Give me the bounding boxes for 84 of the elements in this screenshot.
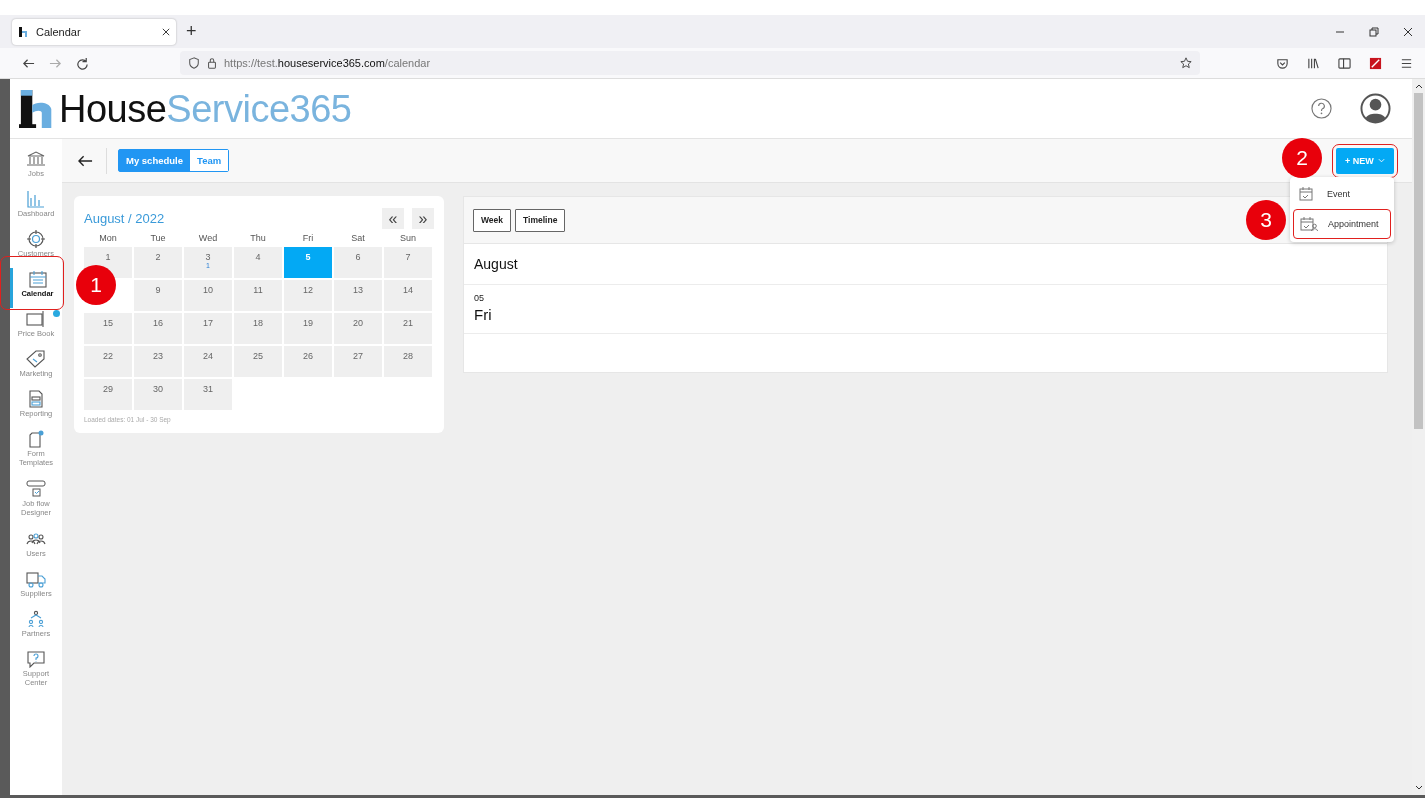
month-title: August / 2022: [84, 211, 165, 226]
view-button[interactable]: Timeline: [515, 208, 566, 232]
caret-icon: [1377, 158, 1385, 163]
day-cell[interactable]: 16: [134, 313, 182, 344]
weekday-label: Tue: [149, 233, 167, 245]
day-cell[interactable]: 29: [84, 379, 132, 410]
help-icon: [26, 650, 46, 668]
day-cell[interactable]: 18: [234, 313, 282, 344]
lock-icon: [206, 57, 218, 69]
menu-icon[interactable]: [1400, 56, 1413, 70]
logo-text: HouseService365: [59, 87, 352, 130]
day-cell[interactable]: 27: [334, 346, 382, 377]
day-cell[interactable]: 6: [334, 247, 382, 278]
star-icon[interactable]: [1180, 57, 1192, 69]
extension-icon[interactable]: [1369, 56, 1382, 70]
day-cell[interactable]: 24: [184, 346, 232, 377]
tab-title: Calendar: [36, 25, 82, 38]
weekday-label: Thu: [249, 233, 267, 245]
truck-icon: [26, 570, 46, 588]
calendar-icon: [27, 270, 48, 288]
weekday-label: Sat: [350, 233, 366, 245]
url-text: https://test.houseservice365.com/calendar: [224, 57, 431, 69]
logo-icon: [18, 25, 30, 38]
day-cell[interactable]: 22: [84, 346, 132, 377]
bank-icon: [26, 150, 46, 168]
day-cell[interactable]: 7: [384, 247, 432, 278]
tag-icon: [26, 350, 46, 368]
month-heading: August: [474, 256, 518, 272]
day-cell[interactable]: 28: [384, 346, 432, 377]
weekday-label: Sun: [399, 233, 417, 245]
help-icon[interactable]: [1311, 98, 1332, 119]
day-cell[interactable]: 14: [384, 280, 432, 311]
day-cell[interactable]: 12: [284, 280, 332, 311]
reload-icon[interactable]: [76, 56, 89, 70]
close-icon[interactable]: [162, 27, 170, 36]
weekday-label: Mon: [98, 233, 118, 245]
network-icon: [26, 610, 46, 628]
bar-chart-icon: [26, 190, 46, 208]
avatar-icon[interactable]: [1360, 93, 1391, 124]
scroll-up-icon[interactable]: [1414, 83, 1423, 89]
day-cell[interactable]: 19: [284, 313, 332, 344]
day-cell[interactable]: 10: [184, 280, 232, 311]
menu-item[interactable]: Appointment: [1293, 208, 1391, 239]
new-tab-button[interactable]: +: [186, 21, 197, 42]
day-cell[interactable]: 4: [234, 247, 282, 278]
day-cell[interactable]: 26: [284, 346, 332, 377]
view-tab[interactable]: My schedule: [119, 150, 191, 171]
target-icon: [26, 230, 46, 248]
day-name: Fri: [474, 306, 493, 323]
calendar-person-icon: [1300, 216, 1318, 231]
day-cell[interactable]: 2: [134, 247, 182, 278]
address-bar[interactable]: https://test.houseservice365.com/calendar: [180, 51, 1200, 75]
menu-item[interactable]: Event: [1293, 179, 1391, 208]
day-cell[interactable]: 21: [384, 313, 432, 344]
weekday-label: Fri: [301, 233, 315, 245]
day-cell[interactable]: 30: [134, 379, 182, 410]
day-cell[interactable]: 15: [84, 313, 132, 344]
restore-icon[interactable]: [1369, 26, 1379, 37]
previous-month-button[interactable]: «: [382, 208, 404, 229]
day-cell[interactable]: 11: [234, 280, 282, 311]
day-cell[interactable]: 9: [134, 280, 182, 311]
view-button[interactable]: Week: [473, 208, 512, 232]
close-icon[interactable]: [1403, 26, 1413, 37]
day-cell[interactable]: 20: [334, 313, 382, 344]
day-cell[interactable]: 23: [134, 346, 182, 377]
day-cell[interactable]: 13: [334, 280, 382, 311]
day-cell[interactable]: 25: [234, 346, 282, 377]
view-tab[interactable]: Team: [190, 150, 229, 171]
flow-icon: [26, 480, 46, 498]
back-arrow-icon[interactable]: [78, 154, 93, 167]
document-icon: [26, 390, 46, 408]
day-cell[interactable]: 17: [184, 313, 232, 344]
form-icon: [26, 430, 46, 448]
pocket-icon[interactable]: [1276, 56, 1289, 70]
sidebar-icon[interactable]: [1338, 56, 1351, 70]
scrollbar-thumb[interactable]: [1414, 93, 1423, 429]
library-icon[interactable]: [1307, 56, 1320, 70]
next-month-button[interactable]: »: [412, 208, 434, 229]
shield-icon: [188, 57, 200, 69]
day-cell[interactable]: 31: [184, 379, 232, 410]
weekday-label: Wed: [197, 233, 219, 245]
day-number: 05: [474, 293, 485, 303]
scroll-down-icon[interactable]: [1414, 785, 1423, 791]
browser-tab[interactable]: Calendar: [12, 18, 176, 45]
